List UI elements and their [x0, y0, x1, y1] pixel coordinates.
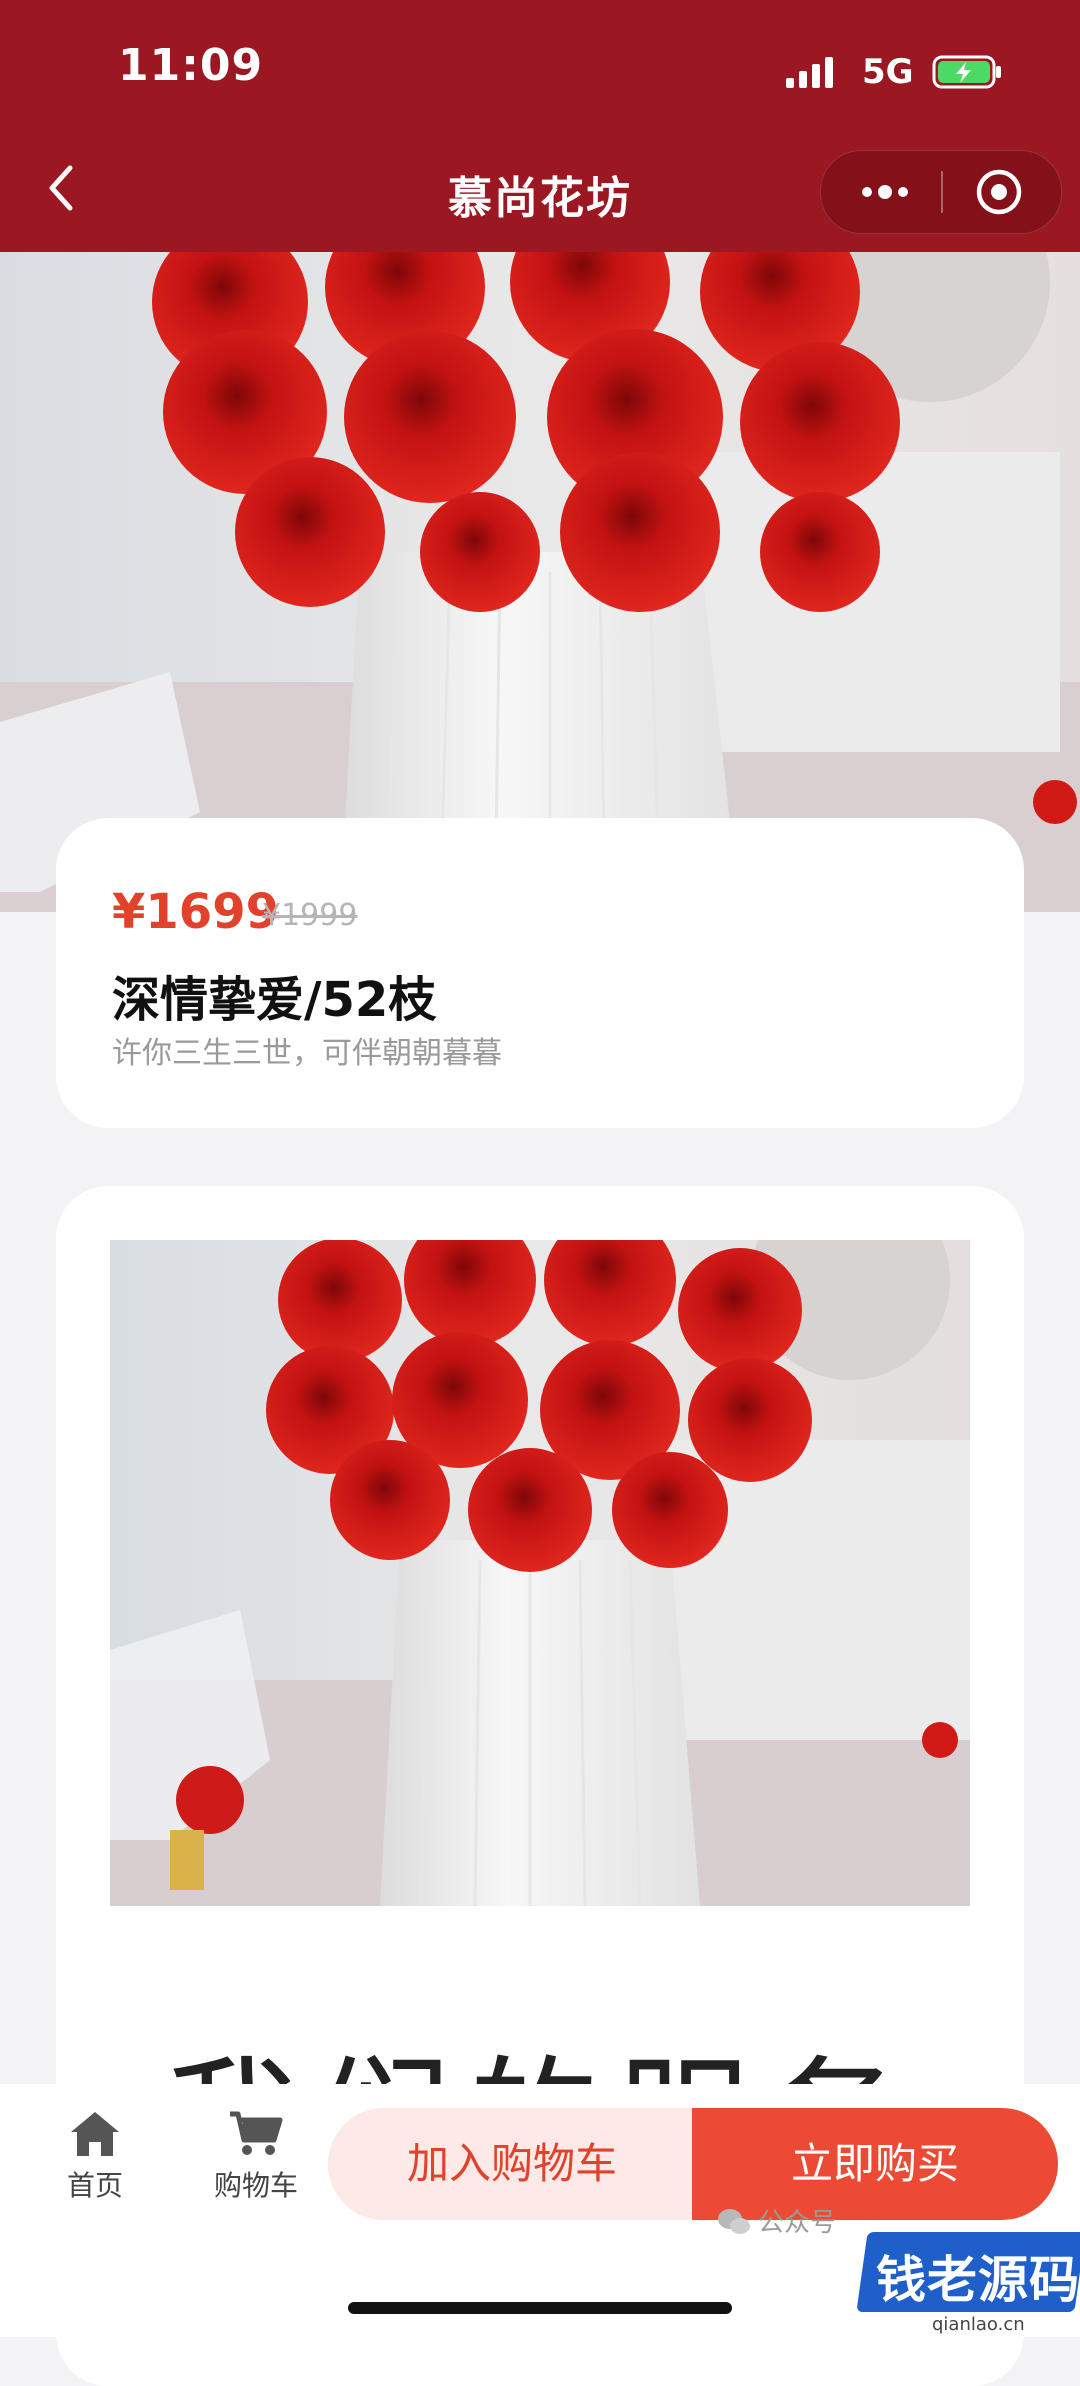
product-main-image[interactable] — [0, 252, 1080, 912]
watermark-text: 钱老源码 — [876, 2251, 1080, 2309]
watermark-domain: qianlao.cn — [932, 2314, 1025, 2335]
signal-icon — [786, 57, 833, 88]
top-header: 11:09 5G 慕尚花坊 — [0, 0, 1080, 252]
home-icon — [71, 2112, 119, 2156]
close-circle-icon[interactable] — [974, 167, 1024, 217]
product-slogan: 许你三生三世，可伴朝朝暮暮 — [112, 1036, 502, 1071]
product-name: 深情挚爱/52枝 — [112, 972, 437, 1028]
original-price: ¥1999 — [262, 898, 358, 933]
product-info-card: ¥1699 ¥1999 深情挚爱/52枝 许你三生三世，可伴朝朝暮暮 — [56, 818, 1024, 1128]
nav-home-label: 首页 — [66, 2169, 123, 2202]
cart-icon — [230, 2111, 283, 2155]
home-indicator — [348, 2302, 732, 2314]
watermark-logo: 钱老源码 qianlao.cn — [856, 2232, 1080, 2337]
network-type: 5G — [862, 52, 914, 92]
wechat-official-account-tag: 公众号 — [716, 2202, 836, 2239]
wechat-icon — [718, 2209, 750, 2234]
mini-program-capsule — [820, 150, 1062, 234]
wechat-label: 公众号 — [758, 2208, 837, 2238]
product-price: ¥1699 — [112, 884, 279, 940]
nav-cart-label: 购物车 — [213, 2169, 298, 2202]
detail-image[interactable] — [110, 1240, 970, 1906]
nav-cart[interactable]: 购物车 — [196, 2110, 316, 2204]
battery-charging-icon — [932, 55, 1001, 89]
status-time: 11:09 — [118, 40, 264, 91]
capsule-divider — [941, 171, 943, 213]
more-dots-icon[interactable] — [857, 171, 913, 213]
nav-home[interactable]: 首页 — [50, 2110, 140, 2204]
add-to-cart-button[interactable]: 加入购物车 — [328, 2108, 696, 2220]
